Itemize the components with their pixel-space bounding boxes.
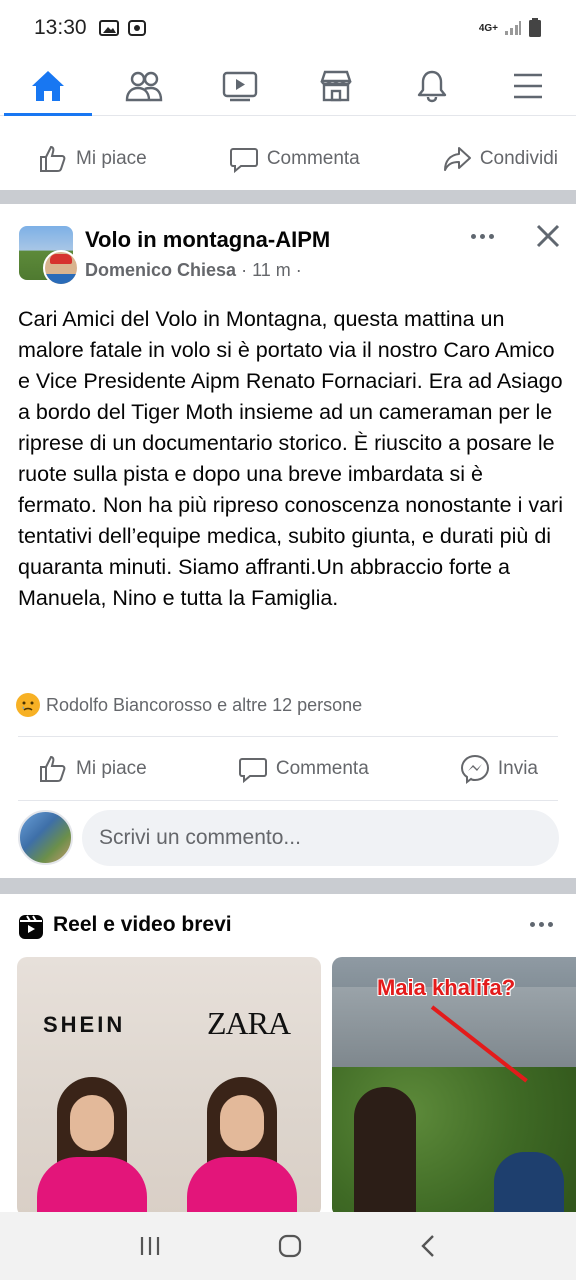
post-divider-top bbox=[18, 736, 558, 737]
send-button[interactable]: Invia bbox=[460, 754, 538, 784]
comment-icon bbox=[229, 148, 258, 174]
more-dot-icon bbox=[470, 233, 476, 239]
more-dot-icon bbox=[530, 922, 535, 927]
prev-like-button[interactable]: Mi piace bbox=[38, 144, 147, 174]
reel-card-1[interactable]: SHEIN ZARA bbox=[17, 957, 321, 1217]
status-bar: 13:30 4G+ bbox=[0, 0, 576, 56]
comment-composer: Scrivi un commento... bbox=[0, 804, 576, 868]
reel-person-2 bbox=[494, 1152, 564, 1217]
post-group-name[interactable]: Volo in montagna-AIPM bbox=[85, 227, 330, 253]
battery-icon bbox=[529, 18, 541, 37]
send-label: Invia bbox=[497, 758, 538, 779]
prev-comment-button[interactable]: Commenta bbox=[229, 144, 360, 174]
share-icon bbox=[443, 147, 471, 171]
prev-share-label: Condividi bbox=[479, 148, 558, 169]
recent-apps-icon[interactable] bbox=[138, 1234, 162, 1258]
back-icon[interactable] bbox=[418, 1233, 438, 1259]
reels-more-button[interactable] bbox=[530, 922, 553, 927]
nav-watch[interactable] bbox=[196, 56, 284, 116]
system-nav-bar bbox=[0, 1212, 576, 1280]
home-icon bbox=[32, 70, 64, 101]
comment-icon bbox=[238, 758, 267, 784]
reel-overlay-text: Maia khalifa? bbox=[377, 975, 516, 1000]
feed-separator bbox=[0, 190, 576, 204]
reel-brand-right: ZARA bbox=[207, 1005, 291, 1041]
comment-button[interactable]: Commenta bbox=[238, 754, 369, 784]
like-label: Mi piace bbox=[76, 758, 147, 779]
status-right: 4G+ bbox=[479, 18, 542, 38]
post-divider-bottom bbox=[18, 800, 558, 801]
prev-like-label: Mi piace bbox=[76, 148, 147, 169]
reel-person-1 bbox=[354, 1087, 416, 1217]
store-icon bbox=[320, 70, 352, 101]
post-actions: Mi piace Commenta Invia bbox=[0, 738, 576, 800]
post-sep-1: · bbox=[241, 260, 248, 280]
nav-marketplace[interactable] bbox=[292, 56, 380, 116]
top-nav-bar bbox=[0, 56, 576, 116]
comment-placeholder: Scrivi un commento... bbox=[99, 826, 301, 849]
nav-home[interactable] bbox=[4, 56, 92, 116]
reactions-text: Rodolfo Biancorosso e altre 12 persone bbox=[46, 694, 363, 715]
post-reactions[interactable]: Rodolfo Biancorosso e altre 12 persone bbox=[16, 693, 362, 717]
reel-card-2[interactable]: Maia khalifa? bbox=[332, 957, 576, 1217]
thumbs-up-icon bbox=[40, 145, 66, 172]
post-time[interactable]: 11 m bbox=[252, 260, 291, 280]
thumbs-up-icon bbox=[40, 755, 66, 782]
post-sep-2: · bbox=[295, 260, 302, 280]
home-nav-icon[interactable] bbox=[277, 1233, 303, 1259]
friends-icon bbox=[125, 71, 163, 101]
reel-brand-left: SHEIN bbox=[43, 1012, 126, 1037]
nav-friends[interactable] bbox=[100, 56, 188, 116]
nav-notifications[interactable] bbox=[388, 56, 476, 116]
post-author[interactable]: Domenico Chiesa bbox=[85, 260, 236, 280]
reels-section: Reel e video brevi SHEIN ZARA Maia khali… bbox=[0, 878, 576, 1217]
reel-person-right bbox=[187, 1077, 297, 1217]
post-more-button[interactable] bbox=[466, 226, 498, 246]
video-icon bbox=[222, 71, 258, 101]
comment-input[interactable]: Scrivi un commento... bbox=[82, 810, 559, 866]
like-button[interactable]: Mi piace bbox=[38, 754, 147, 784]
author-avatar bbox=[43, 250, 79, 286]
reels-header: Reel e video brevi bbox=[0, 878, 576, 956]
notification-icon bbox=[127, 20, 146, 36]
current-user-avatar[interactable] bbox=[18, 810, 73, 865]
post-close-button[interactable] bbox=[532, 220, 564, 252]
prev-share-button[interactable]: Condividi bbox=[442, 144, 558, 174]
nav-menu[interactable] bbox=[484, 56, 572, 116]
bell-icon bbox=[417, 70, 447, 102]
group-avatar[interactable] bbox=[19, 226, 79, 286]
post-body-text: Cari Amici del Volo in Montagna, questa … bbox=[18, 307, 563, 610]
post-meta: Domenico Chiesa · 11 m · bbox=[85, 260, 302, 281]
prev-post-actions: Mi piace Commenta Condividi bbox=[0, 128, 576, 190]
menu-icon bbox=[514, 73, 542, 98]
prev-comment-label: Commenta bbox=[266, 148, 360, 169]
prev-post-footer: Mi piace Commenta Condividi bbox=[0, 128, 576, 190]
image-icon bbox=[98, 20, 119, 36]
reel-person-left bbox=[37, 1077, 147, 1217]
sad-emoji-icon bbox=[16, 693, 40, 717]
status-time: 13:30 bbox=[34, 16, 87, 39]
network-type: 4G+ bbox=[478, 22, 498, 34]
reels-title: Reel e video brevi bbox=[53, 913, 232, 936]
comment-label: Commenta bbox=[275, 758, 369, 779]
signal-icon bbox=[505, 21, 521, 35]
messenger-icon bbox=[460, 754, 489, 784]
reels-icon bbox=[19, 915, 43, 939]
